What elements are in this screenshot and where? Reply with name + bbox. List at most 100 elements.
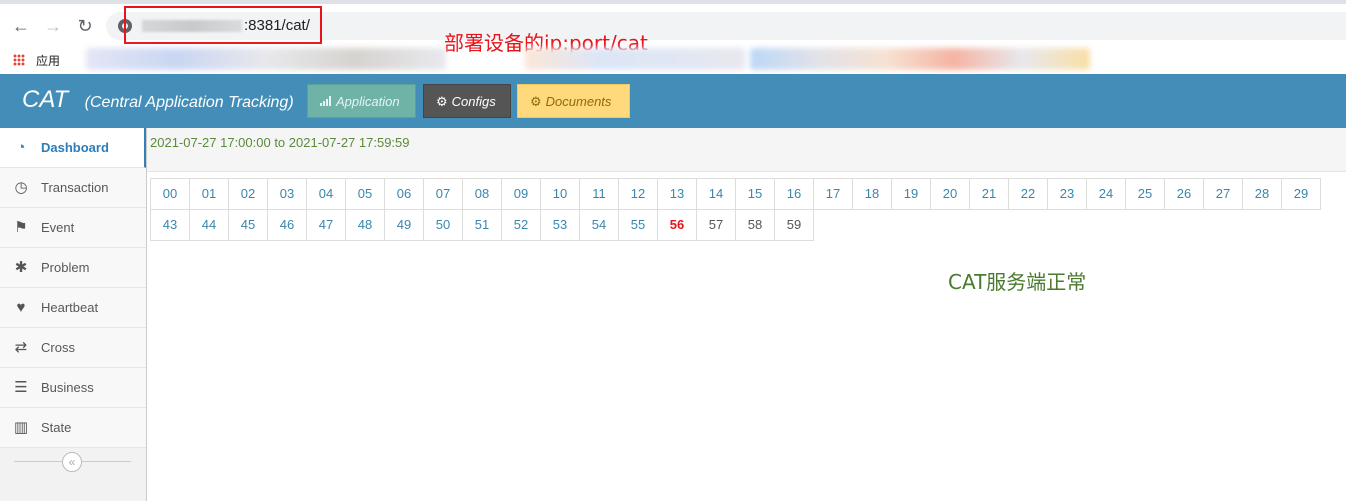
application-button[interactable]: Application: [307, 84, 416, 118]
sidebar-item-label: Event: [41, 220, 75, 235]
minute-cell[interactable]: 55: [618, 209, 658, 241]
minute-cell[interactable]: 58: [735, 209, 775, 241]
blurred-bookmarks: [525, 48, 745, 70]
brand-subtitle: (Central Application Tracking): [84, 94, 294, 111]
configs-button[interactable]: ⚙ Configs: [423, 84, 511, 118]
minute-cell[interactable]: 10: [540, 178, 580, 210]
configs-label: Configs: [451, 94, 496, 109]
sidebar-item-label: Business: [41, 380, 94, 395]
sidebar-item-transaction[interactable]: ◷ Transaction: [0, 168, 146, 208]
apps-grid-icon[interactable]: [13, 54, 25, 66]
bar-chart-icon: ▥: [13, 419, 29, 436]
minute-cell[interactable]: 54: [579, 209, 619, 241]
minute-cell[interactable]: 27: [1203, 178, 1243, 210]
minute-cell[interactable]: 08: [462, 178, 502, 210]
reload-icon[interactable]: ↻: [75, 16, 95, 36]
minute-cell[interactable]: 22: [1008, 178, 1048, 210]
sidebar-item-label: Cross: [41, 340, 75, 355]
minute-cell[interactable]: 12: [618, 178, 658, 210]
minute-cell[interactable]: 07: [423, 178, 463, 210]
minute-cell[interactable]: 51: [462, 209, 502, 241]
browser-toolbar: ← → ↻ :8381/cat/ 部署设备的ip:port/cat 应用: [0, 0, 1346, 74]
minute-cell[interactable]: 26: [1164, 178, 1204, 210]
clock-icon: ◷: [14, 179, 28, 196]
minute-cell[interactable]: 47: [306, 209, 346, 241]
collapse-sidebar-icon[interactable]: «: [62, 452, 82, 472]
random-icon: ⇄: [14, 339, 28, 356]
minute-cell[interactable]: 45: [228, 209, 268, 241]
minute-cell[interactable]: 57: [696, 209, 736, 241]
minute-cell[interactable]: 14: [696, 178, 736, 210]
minute-cell[interactable]: 02: [228, 178, 268, 210]
time-range-text: 2021-07-27 17:00:00 to 2021-07-27 17:59:…: [150, 135, 410, 150]
sidebar-item-label: Dashboard: [41, 140, 109, 155]
application-label: Application: [336, 94, 400, 109]
documents-button[interactable]: ⚙ Documents: [517, 84, 630, 118]
bug-icon: ✱: [14, 259, 28, 276]
flag-icon: ⚑: [14, 219, 28, 236]
back-arrow-icon[interactable]: ←: [11, 16, 31, 36]
minute-cell[interactable]: 53: [540, 209, 580, 241]
minute-cell[interactable]: 28: [1242, 178, 1282, 210]
minute-cell[interactable]: 24: [1086, 178, 1126, 210]
blurred-bookmarks: [750, 48, 1090, 70]
minute-cell[interactable]: 52: [501, 209, 541, 241]
minute-cell[interactable]: 20: [930, 178, 970, 210]
blurred-bookmarks: [86, 48, 446, 70]
sidebar-item-label: Problem: [41, 260, 90, 275]
list-icon: ☰: [14, 379, 28, 396]
annotation-server-status: CAT服务端正常: [948, 270, 1087, 294]
minute-cell[interactable]: 00: [150, 178, 190, 210]
gears-icon: ⚙: [436, 94, 448, 109]
minute-cell[interactable]: 04: [306, 178, 346, 210]
bookmarks-bar: 应用: [0, 46, 1346, 74]
sidebar-item-event[interactable]: ⚑ Event: [0, 208, 146, 248]
minute-cell[interactable]: 49: [384, 209, 424, 241]
minute-cell[interactable]: 11: [579, 178, 619, 210]
sidebar-item-business[interactable]: ☰ Business: [0, 368, 146, 408]
minute-cell[interactable]: 03: [267, 178, 307, 210]
minute-cell[interactable]: 06: [384, 178, 424, 210]
sidebar-item-heartbeat[interactable]: ♥ Heartbeat: [0, 288, 146, 328]
sidebar-item-problem[interactable]: ✱ Problem: [0, 248, 146, 288]
minute-cell[interactable]: 01: [189, 178, 229, 210]
url-highlight-box: [124, 6, 322, 44]
minute-cell[interactable]: 17: [813, 178, 853, 210]
minute-cell[interactable]: 50: [423, 209, 463, 241]
sidebar-item-cross[interactable]: ⇄ Cross: [0, 328, 146, 368]
heart-icon: ♥: [16, 299, 26, 316]
minute-cell[interactable]: 16: [774, 178, 814, 210]
sidebar-item-state[interactable]: ▥ State: [0, 408, 146, 448]
minute-row: 43 44 45 46 47 48 49 50 51 52 53 54 55 56 57 58 59: [150, 209, 814, 241]
time-range-bar: 2021-07-27 17:00:00 to 2021-07-27 17:59:…: [147, 128, 1346, 172]
minute-cell[interactable]: 44: [189, 209, 229, 241]
minute-row: 00 01 02 03 04 05 06 07 08 09 10 11 12 13 14 15 16 17 18 19…: [150, 178, 1321, 210]
minute-cell[interactable]: 43: [150, 209, 190, 241]
minute-cell[interactable]: 19: [891, 178, 931, 210]
minute-cell[interactable]: 09: [501, 178, 541, 210]
brand[interactable]: CAT (Central Application Tracking): [22, 86, 294, 114]
minute-cell[interactable]: 13: [657, 178, 697, 210]
bar-chart-icon: [320, 85, 332, 119]
minute-cell[interactable]: 21: [969, 178, 1009, 210]
dashboard-icon: ◔: [16, 139, 26, 156]
sidebar-item-dashboard[interactable]: ◔ Dashboard: [0, 128, 146, 168]
minute-cell[interactable]: 56: [657, 209, 697, 241]
brand-title: CAT: [22, 86, 69, 113]
minute-cell[interactable]: 25: [1125, 178, 1165, 210]
minute-cell[interactable]: 23: [1047, 178, 1087, 210]
forward-arrow-icon[interactable]: →: [43, 16, 63, 36]
minute-cell[interactable]: 48: [345, 209, 385, 241]
minute-cell[interactable]: 05: [345, 178, 385, 210]
sidebar-item-label: Transaction: [41, 180, 109, 195]
minute-cell[interactable]: 18: [852, 178, 892, 210]
sidebar: ◔ Dashboard ◷ Transaction ⚑ Event ✱ Prob…: [0, 128, 147, 501]
minute-cell[interactable]: 29: [1281, 178, 1321, 210]
minute-cell[interactable]: 15: [735, 178, 775, 210]
minute-cell[interactable]: 59: [774, 209, 814, 241]
gears-icon: ⚙: [530, 94, 542, 109]
app-header: CAT (Central Application Tracking) Appli…: [0, 74, 1346, 128]
sidebar-item-label: State: [41, 420, 72, 435]
apps-label[interactable]: 应用: [36, 52, 60, 69]
minute-cell[interactable]: 46: [267, 209, 307, 241]
